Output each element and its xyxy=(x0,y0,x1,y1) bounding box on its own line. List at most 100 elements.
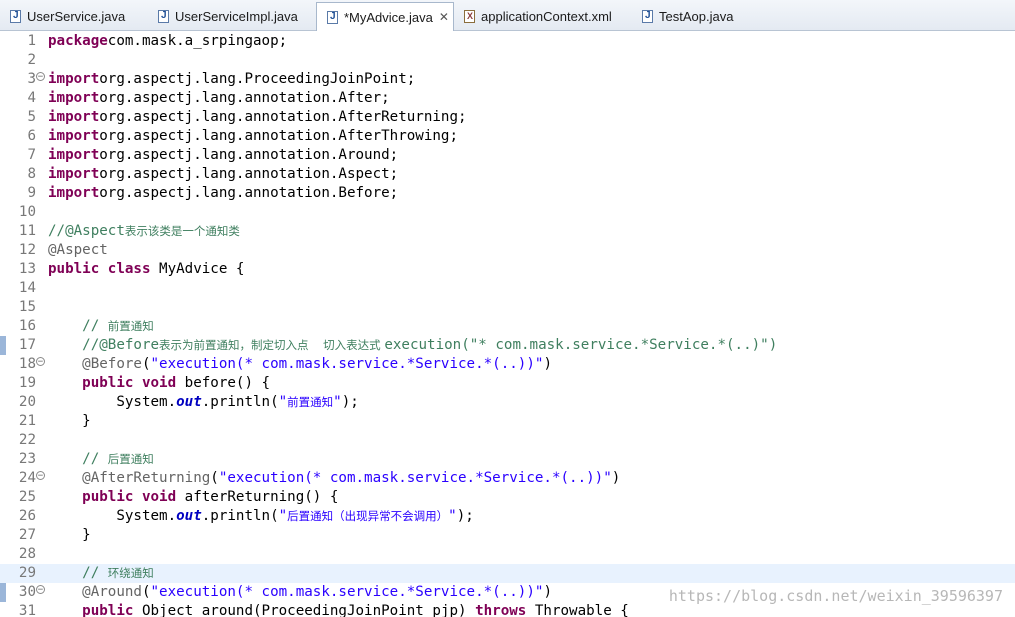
code-text: public void afterReturning() { xyxy=(48,488,338,507)
code-token: package xyxy=(48,33,108,49)
editor-tab-bar: J UserService.java J UserServiceImpl.java J *… xyxy=(0,0,1015,31)
code-token: import xyxy=(48,166,100,182)
code-token: public xyxy=(82,489,134,505)
code-token: import xyxy=(48,71,100,87)
line-number: 8 xyxy=(27,166,36,182)
code-line[interactable]: 16 // 前置通知 xyxy=(0,317,1015,336)
tab-myadvice-java[interactable]: J *MyAdvice.java ✕ xyxy=(316,2,454,31)
code-editor[interactable]: 1 packagecom.mask.a_srpingaop; 2 3− importor… xyxy=(0,31,1015,617)
code-token: import xyxy=(48,147,100,163)
code-token: .println( xyxy=(201,508,279,524)
code-line[interactable]: 26 System.out.println("后置通知（出现异常不会调用）"); xyxy=(0,507,1015,526)
tab-userserviceimpl-java[interactable]: J UserServiceImpl.java xyxy=(148,3,314,29)
fold-toggle-icon[interactable]: − xyxy=(36,471,45,481)
code-line[interactable]: 4 importorg.aspectj.lang.annotation.After… xyxy=(0,89,1015,108)
code-token: 环绕通知 xyxy=(107,566,154,580)
code-token: @Aspect xyxy=(48,242,108,258)
code-text: } xyxy=(48,526,91,545)
code-token: com.mask.a_srpingaop; xyxy=(107,33,288,49)
code-token: ) xyxy=(543,584,552,600)
code-line[interactable]: 22 xyxy=(0,431,1015,450)
code-token: org.aspectj.lang.annotation.Around; xyxy=(99,147,399,163)
code-token: ); xyxy=(341,394,359,410)
code-line[interactable]: 5 importorg.aspectj.lang.annotation.After… xyxy=(0,108,1015,127)
fold-toggle-icon[interactable]: − xyxy=(36,585,45,595)
code-text: //@Aspect表示该类是一个通知类 xyxy=(48,222,240,241)
line-number: 3 xyxy=(27,71,36,87)
code-token: .println( xyxy=(201,394,279,410)
tab-testaop-java[interactable]: J TestAop.java xyxy=(632,3,762,29)
code-text: // 后置通知 xyxy=(48,450,154,469)
code-line[interactable]: 24− @AfterReturning("execution(* com.mas… xyxy=(0,469,1015,488)
code-text: System.out.println("前置通知"); xyxy=(48,393,359,412)
fold-toggle-icon[interactable]: − xyxy=(36,357,45,367)
code-text: // 前置通知 xyxy=(48,317,154,336)
tab-label: UserService.java xyxy=(27,8,126,24)
code-token: void xyxy=(141,489,177,505)
code-text: importorg.aspectj.lang.annotation.Before… xyxy=(48,184,398,203)
code-line[interactable]: 1 packagecom.mask.a_srpingaop; xyxy=(0,32,1015,51)
code-line[interactable]: 3− importorg.aspectj.lang.ProceedingJoinP… xyxy=(0,70,1015,89)
code-text: importorg.aspectj.lang.annotation.AfterT… xyxy=(48,127,458,146)
code-line[interactable]: 19 public void before() { xyxy=(0,374,1015,393)
code-token: org.aspectj.lang.annotation.After; xyxy=(99,90,390,106)
code-line[interactable]: 17 //@Before表示为前置通知，制定切入点 切入表达式 executio… xyxy=(0,336,1015,355)
code-line[interactable]: 23 // 后置通知 xyxy=(0,450,1015,469)
code-line[interactable]: 25 public void afterReturning() { xyxy=(0,488,1015,507)
code-token: class xyxy=(107,261,151,277)
code-line[interactable]: 9 importorg.aspectj.lang.annotation.Befor… xyxy=(0,184,1015,203)
code-token: throws xyxy=(475,603,527,617)
line-number: 25 xyxy=(18,489,36,505)
line-number: 2 xyxy=(27,52,36,68)
code-token: import xyxy=(48,90,100,106)
line-number: 12 xyxy=(18,242,36,258)
code-token: org.aspectj.lang.annotation.AfterReturni… xyxy=(99,109,467,125)
code-line[interactable]: 28 xyxy=(0,545,1015,564)
code-line[interactable]: 6 importorg.aspectj.lang.annotation.After… xyxy=(0,127,1015,146)
code-text: importorg.aspectj.lang.annotation.AfterR… xyxy=(48,108,467,127)
code-line[interactable]: 12 @Aspect xyxy=(0,241,1015,260)
code-line[interactable]: 10 xyxy=(0,203,1015,222)
code-token: Throwable { xyxy=(526,603,629,617)
code-text: packagecom.mask.a_srpingaop; xyxy=(48,32,287,51)
code-token: } xyxy=(48,527,91,543)
code-line[interactable]: 20 System.out.println("前置通知"); xyxy=(0,393,1015,412)
code-token: 表示该类是一个通知类 xyxy=(124,224,240,238)
code-line[interactable]: 11 //@Aspect表示该类是一个通知类 xyxy=(0,222,1015,241)
code-token: ) xyxy=(543,356,552,372)
code-token: out xyxy=(176,508,202,524)
code-token: // xyxy=(82,565,108,581)
code-token: @AfterReturning xyxy=(82,470,211,486)
close-tab-icon[interactable]: ✕ xyxy=(439,10,449,24)
code-line[interactable]: 8 importorg.aspectj.lang.annotation.Aspec… xyxy=(0,165,1015,184)
tab-applicationcontext-xml[interactable]: XapplicationContext.xml xyxy=(454,3,630,29)
code-line[interactable]: 21 } xyxy=(0,412,1015,431)
code-token: execution("* com.mask.service.*Service.*… xyxy=(384,337,778,353)
code-line[interactable]: 29 // 环绕通知 xyxy=(0,564,1015,583)
fold-toggle-icon[interactable]: − xyxy=(36,72,45,82)
code-token: out xyxy=(176,394,202,410)
code-line[interactable]: 13 public class MyAdvice { xyxy=(0,260,1015,279)
code-line[interactable]: 14 xyxy=(0,279,1015,298)
code-text: importorg.aspectj.lang.annotation.Aspect… xyxy=(48,165,398,184)
code-line[interactable]: 27 } xyxy=(0,526,1015,545)
tab-userservice-java[interactable]: J UserService.java xyxy=(0,3,146,29)
code-line[interactable]: 2 xyxy=(0,51,1015,70)
code-token: //@Aspect xyxy=(48,223,125,239)
code-text: //@Before表示为前置通知，制定切入点 切入表达式 execution("… xyxy=(48,336,777,355)
code-token: MyAdvice { xyxy=(150,261,245,277)
code-text: System.out.println("后置通知（出现异常不会调用）"); xyxy=(48,507,474,526)
code-token: ); xyxy=(456,508,474,524)
code-text: importorg.aspectj.lang.ProceedingJoinPoi… xyxy=(48,70,415,89)
code-line[interactable]: 7 importorg.aspectj.lang.annotation.Aroun… xyxy=(0,146,1015,165)
tab-label: UserServiceImpl.java xyxy=(175,8,298,24)
code-token: afterReturning() { xyxy=(176,489,339,505)
code-line[interactable]: 18− @Before("execution(* com.mask.servic… xyxy=(0,355,1015,374)
code-line[interactable]: 15 xyxy=(0,298,1015,317)
